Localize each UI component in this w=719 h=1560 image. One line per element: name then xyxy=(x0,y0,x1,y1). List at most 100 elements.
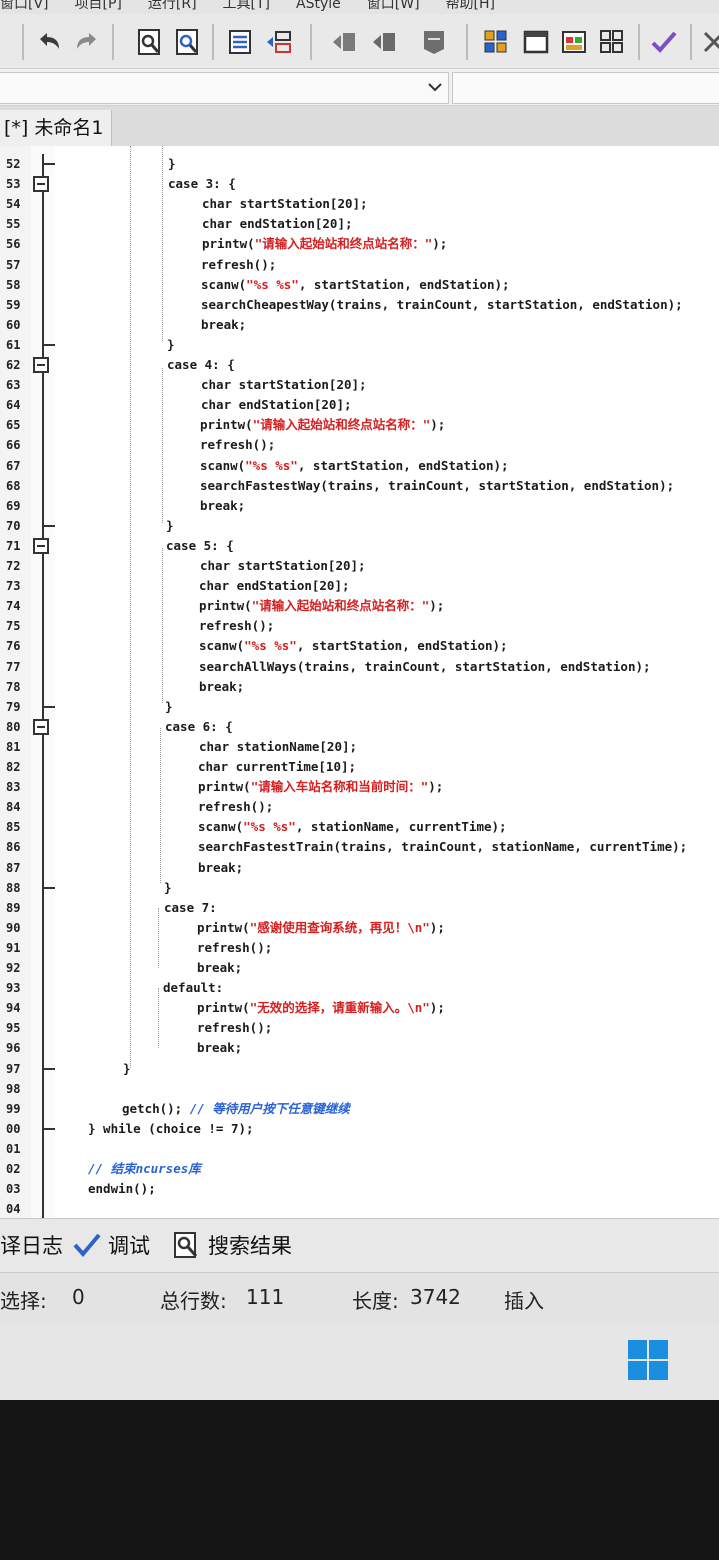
code-line[interactable]: 00} while (choice != 7); xyxy=(0,1119,719,1139)
class-combo[interactable] xyxy=(0,72,449,104)
code-line[interactable]: 74 printw("请输入起始站和终点站名称："); xyxy=(0,596,719,616)
code-text: getch(); // 等待用户按下任意键继续 xyxy=(122,1099,350,1119)
code-line[interactable]: 76 scanw("%s %s", startStation, endStatio… xyxy=(0,636,719,656)
code-line[interactable]: 90 printw("感谢使用查询系统，再见！\n"); xyxy=(0,918,719,938)
window-button[interactable] xyxy=(520,26,552,58)
code-editor[interactable]: 52} 53 case 3: {54 char startStation[20]; 55… xyxy=(0,146,719,1218)
bookmark-prev-button[interactable] xyxy=(328,26,360,58)
code-line[interactable]: 67 scanw("%s %s", startStation, endStatio… xyxy=(0,456,719,476)
code-line[interactable]: 86 searchFastestTrain(trains, trainCount,… xyxy=(0,837,719,857)
code-line[interactable]: 71 case 5: { xyxy=(0,536,719,556)
menu-item[interactable]: 窗口[W] xyxy=(367,0,420,11)
tab-search-results[interactable]: 搜索结果 xyxy=(172,1225,292,1265)
bookmark-next-button[interactable] xyxy=(368,26,400,58)
code-line[interactable]: 80 case 6: { xyxy=(0,717,719,737)
code-line[interactable]: 83 printw("请输入车站名称和当前时间："); xyxy=(0,777,719,797)
grid-button[interactable] xyxy=(480,26,512,58)
code-line[interactable]: 94 printw("无效的选择，请重新输入。\n"); xyxy=(0,998,719,1018)
tab-untitled[interactable]: [*] 未命名1 xyxy=(0,110,113,146)
unindent-button[interactable] xyxy=(262,26,294,58)
string-literal: "请输入起始站和终点站名称：" xyxy=(252,417,431,433)
redo-button[interactable] xyxy=(70,26,102,58)
code-line[interactable]: 89 case 7: xyxy=(0,898,719,918)
code-line[interactable]: 64 char endStation[20]; xyxy=(0,395,719,415)
replace-button[interactable] xyxy=(172,26,204,58)
code-line[interactable]: 78 break; xyxy=(0,677,719,697)
code-line[interactable]: 75 refresh(); xyxy=(0,616,719,636)
fold-collapse-icon[interactable] xyxy=(33,357,49,373)
colors-icon xyxy=(562,31,586,53)
fold-collapse-icon[interactable] xyxy=(33,718,49,735)
tiles-button[interactable] xyxy=(596,26,628,58)
code-line[interactable]: 65 printw("请输入起始站和终点站名称："); xyxy=(0,415,719,435)
string-literal: "感谢使用查询系统，再见！\n" xyxy=(249,919,430,935)
menu-item[interactable]: 运行[R] xyxy=(148,0,197,11)
fold-collapse-icon[interactable] xyxy=(33,537,49,554)
code-line[interactable]: 59 searchCheapestWay(trains, trainCount, … xyxy=(0,295,719,315)
code-line[interactable]: 85 scanw("%s %s", stationName, currentTim… xyxy=(0,817,719,837)
code-line[interactable]: 60 break; xyxy=(0,315,719,335)
fold-collapse-icon[interactable] xyxy=(33,176,49,193)
code-text: refresh(); xyxy=(199,618,275,634)
function-combo[interactable] xyxy=(452,72,719,104)
code-line[interactable]: 57 refresh(); xyxy=(0,255,719,275)
code-line[interactable]: 82 char currentTime[10]; xyxy=(0,757,719,777)
code-line[interactable]: 68 searchFastestWay(trains, trainCount, s… xyxy=(0,476,719,496)
code-line[interactable]: 81 char stationName[20]; xyxy=(0,737,719,757)
code-line[interactable]: 72 char startStation[20]; xyxy=(0,556,719,576)
undo-button[interactable] xyxy=(34,26,66,58)
windows-start-icon[interactable] xyxy=(628,1340,668,1380)
colors-button[interactable] xyxy=(558,26,590,58)
code-text: char endStation[20]; xyxy=(199,578,350,594)
code-line[interactable]: 93 default: xyxy=(0,978,719,998)
line-number: 54 xyxy=(6,197,21,212)
code-line[interactable]: 04 xyxy=(0,1199,719,1218)
code-line[interactable]: 02 // 结束ncurses库 xyxy=(0,1159,719,1179)
find-button[interactable] xyxy=(134,26,166,58)
code-line[interactable]: 98 xyxy=(0,1079,719,1099)
monitor-bezel xyxy=(0,1400,719,1560)
ide-window: 窗口[V] 项目[P] 运行[R] 工具[T] AStyle 窗口[W] 帮助[H] xyxy=(0,0,719,1400)
check-button[interactable] xyxy=(648,26,680,58)
menu-item[interactable]: 窗口[V] xyxy=(0,0,49,11)
code-line[interactable]: 91 refresh(); xyxy=(0,938,719,958)
code-line[interactable]: 92 break; xyxy=(0,958,719,978)
code-line[interactable]: 54 char startStation[20]; xyxy=(0,194,719,214)
code-line[interactable]: 97} xyxy=(0,1059,719,1079)
code-line[interactable]: 84 refresh(); xyxy=(0,797,719,817)
code-line[interactable]: 55 char endStation[20]; xyxy=(0,214,719,234)
code-line[interactable]: 95 refresh(); xyxy=(0,1018,719,1038)
code-line[interactable]: 79} xyxy=(0,697,719,717)
code-line[interactable]: 53 case 3: { xyxy=(0,174,719,194)
code-line[interactable]: 03 endwin(); xyxy=(0,1179,719,1199)
code-line[interactable]: 61} xyxy=(0,335,719,355)
code-line[interactable]: 73 char endStation[20]; xyxy=(0,576,719,596)
code-line[interactable]: 63 char startStation[20]; xyxy=(0,375,719,395)
code-line[interactable]: 58 scanw("%s %s", startStation, endStatio… xyxy=(0,275,719,295)
menu-item[interactable]: 工具[T] xyxy=(223,0,270,11)
close-tool-button[interactable] xyxy=(698,26,719,58)
code-line[interactable]: 96 break; xyxy=(0,1038,719,1058)
code-text: printw("请输入起始站和终点站名称："); xyxy=(202,234,447,254)
code-line[interactable]: 56 printw("请输入起始站和终点站名称："); xyxy=(0,234,719,254)
code-line[interactable]: 69 break; xyxy=(0,496,719,516)
tab-debug[interactable]: 调试 xyxy=(72,1225,150,1265)
menu-item[interactable]: AStyle xyxy=(296,0,341,11)
menu-item[interactable]: 项目[P] xyxy=(75,0,122,11)
tab-compile-log-label: 译日志 xyxy=(0,1234,63,1258)
indent-button[interactable] xyxy=(224,26,256,58)
bookmark-button[interactable] xyxy=(418,26,450,58)
code-line[interactable]: 77 searchAllWays(trains, trainCount, star… xyxy=(0,657,719,677)
code-line[interactable]: 88} xyxy=(0,878,719,898)
tab-compile-log[interactable]: 译日志 xyxy=(0,1225,63,1265)
code-line[interactable]: 66 refresh(); xyxy=(0,435,719,455)
code-line[interactable]: 62 case 4: { xyxy=(0,355,719,375)
code-line[interactable]: 99 getch(); // 等待用户按下任意键继续 xyxy=(0,1099,719,1119)
bookmark-icon xyxy=(424,31,444,54)
code-line[interactable]: 52} xyxy=(0,154,719,174)
menu-item[interactable]: 帮助[H] xyxy=(446,0,495,11)
code-token: scanw( xyxy=(199,638,245,654)
code-line[interactable]: 01 xyxy=(0,1139,719,1159)
code-line[interactable]: 87 break; xyxy=(0,858,719,878)
code-line[interactable]: 70} xyxy=(0,516,719,536)
